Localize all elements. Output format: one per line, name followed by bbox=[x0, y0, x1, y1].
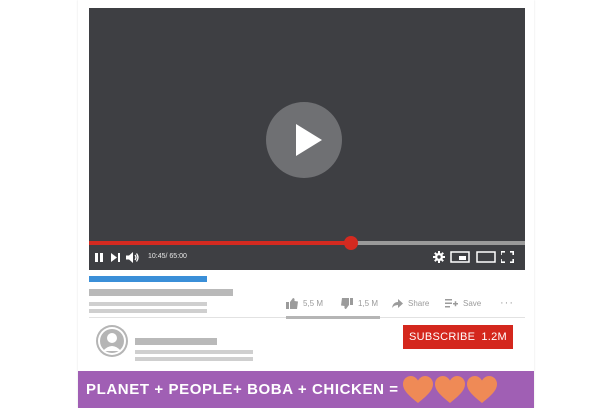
share-button[interactable]: Share bbox=[392, 296, 429, 310]
theater-icon[interactable] bbox=[476, 251, 496, 263]
play-button[interactable] bbox=[266, 102, 342, 178]
caption-banner: PLANET + PEOPLE+ BOBA + CHICKEN = bbox=[78, 371, 534, 408]
share-label: Share bbox=[408, 298, 430, 308]
volume-icon[interactable] bbox=[126, 252, 140, 263]
progress-bar[interactable] bbox=[89, 236, 525, 250]
save-label: Save bbox=[463, 298, 482, 308]
more-icon: ··· bbox=[500, 297, 514, 309]
upload-date bbox=[89, 309, 207, 313]
like-count: 5,5 M bbox=[303, 298, 324, 308]
gear-icon[interactable] bbox=[433, 251, 445, 263]
play-icon bbox=[296, 124, 322, 156]
heart-icon bbox=[466, 375, 497, 403]
pause-icon[interactable] bbox=[95, 253, 105, 262]
more-actions-button[interactable]: ··· bbox=[500, 296, 514, 310]
progress-fill bbox=[89, 241, 351, 245]
subscribe-label: SUBSCRIBE bbox=[409, 331, 476, 343]
video-title[interactable] bbox=[89, 276, 207, 282]
save-button[interactable]: Save bbox=[445, 296, 481, 310]
channel-info-line bbox=[135, 357, 253, 361]
subscriber-count: 1.2M bbox=[481, 331, 507, 343]
heart-icon bbox=[402, 375, 433, 403]
thumbs-down-icon bbox=[341, 297, 353, 309]
video-subtitle bbox=[89, 289, 233, 296]
share-icon bbox=[392, 298, 403, 308]
user-icon bbox=[98, 327, 126, 355]
channel-info-line bbox=[135, 350, 253, 354]
banner-text: PLANET + PEOPLE+ BOBA + CHICKEN = bbox=[86, 381, 399, 398]
dislike-button[interactable]: 1,5 M bbox=[341, 296, 378, 310]
dislike-count: 1,5 M bbox=[358, 298, 379, 308]
next-icon[interactable] bbox=[111, 253, 121, 262]
channel-name[interactable] bbox=[135, 338, 217, 345]
time-display: 10:45/ 65:00 bbox=[148, 253, 187, 260]
playlist-add-icon bbox=[445, 298, 458, 307]
fullscreen-icon[interactable] bbox=[501, 251, 514, 263]
like-button[interactable]: 5,5 M bbox=[286, 296, 323, 310]
scrubber-handle[interactable] bbox=[343, 236, 358, 250]
view-count bbox=[89, 302, 207, 306]
miniplayer-icon[interactable] bbox=[450, 251, 470, 263]
hearts bbox=[402, 375, 499, 404]
sentiment-bar bbox=[286, 316, 380, 319]
avatar[interactable] bbox=[96, 325, 128, 357]
subscribe-button[interactable]: SUBSCRIBE 1.2M bbox=[403, 325, 513, 349]
thumbs-up-icon bbox=[286, 297, 298, 309]
heart-icon bbox=[434, 375, 465, 403]
